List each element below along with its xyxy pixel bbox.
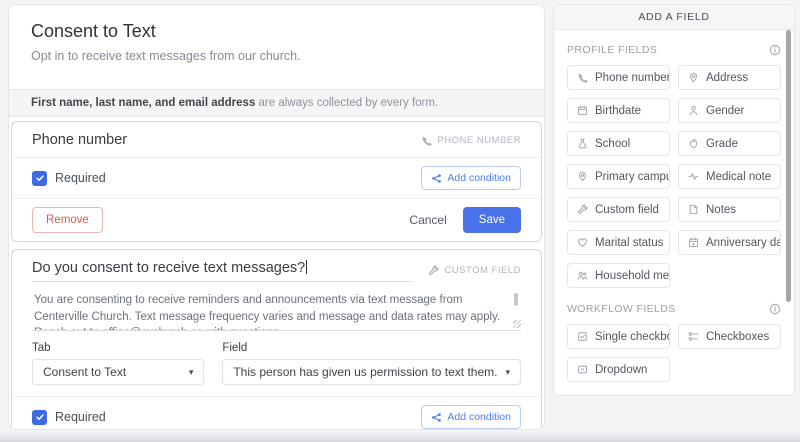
add-field-anniversary-date-button[interactable]: Anniversary date: [678, 230, 781, 255]
notice-bold-text: First name, last name, and email address: [31, 97, 256, 109]
phone-number-field-card: Phone number PHONE NUMBER Required Add c…: [11, 121, 542, 242]
phone-save-button[interactable]: Save: [462, 207, 521, 233]
add-field-school-button[interactable]: School: [567, 131, 670, 156]
text-cursor: [306, 260, 308, 274]
viewport-bottom-shadow: [0, 431, 800, 442]
required-label: Required: [55, 171, 106, 185]
phone-icon: [578, 73, 588, 83]
phone-cancel-button[interactable]: Cancel: [409, 213, 446, 227]
add-field-gender-button[interactable]: Gender: [678, 98, 781, 123]
apple-icon: [689, 138, 698, 149]
wrench-icon: [429, 265, 439, 275]
required-label: Required: [55, 410, 106, 424]
heart-icon: [578, 238, 587, 247]
person-icon: [689, 106, 698, 116]
checkbox-icon: [578, 332, 587, 341]
textarea-scrollbar-thumb[interactable]: [514, 293, 518, 306]
branch-condition-icon: [432, 173, 442, 183]
form-header: Consent to Text Opt in to receive text m…: [9, 5, 544, 75]
profile-fields-grid: Phone number Address Birthdate Gender Sc…: [567, 65, 781, 288]
field-select-label: Field: [222, 342, 248, 354]
caret-down-icon: ▾: [188, 366, 194, 377]
required-checkbox-checked[interactable]: [32, 409, 47, 425]
checkbox-list-icon: [688, 332, 699, 341]
tab-select[interactable]: Consent to Text ▾: [32, 359, 205, 385]
form-description: Opt in to receive text messages from our…: [31, 49, 301, 63]
calendar-icon: [688, 237, 699, 248]
always-collected-notice: First name, last name, and email address…: [9, 89, 544, 117]
info-circle-icon[interactable]: [769, 303, 781, 315]
form-title: Consent to Text: [31, 21, 156, 41]
add-field-marital-status-button[interactable]: Marital status: [567, 230, 670, 255]
add-field-phone-number-button[interactable]: Phone number: [567, 65, 670, 90]
info-circle-icon[interactable]: [769, 44, 781, 56]
add-field-primary-campus-button[interactable]: Primary campus: [567, 164, 670, 189]
check-icon: [35, 175, 44, 181]
form-editor: Consent to Text Opt in to receive text m…: [8, 4, 545, 430]
custom-field-title-input[interactable]: Do you consent to receive text messages?: [32, 260, 413, 282]
caret-down-icon: ▾: [505, 366, 510, 377]
wrench-icon: [578, 204, 588, 214]
flask-icon: [578, 138, 587, 149]
required-checkbox-checked[interactable]: [32, 170, 47, 186]
add-field-wf-dropdown-button[interactable]: Dropdown: [567, 357, 670, 382]
phone-field-title: Phone number: [32, 132, 128, 148]
add-field-medical-note-button[interactable]: Medical note: [678, 164, 781, 189]
custom-field-description-textarea[interactable]: You are consenting to receive reminders …: [32, 289, 521, 331]
custom-field-type-label: CUSTOM FIELD: [428, 265, 521, 282]
custom-required-checkbox-group[interactable]: Required: [32, 409, 106, 425]
pulse-icon: [688, 173, 699, 180]
add-field-custom-field-button[interactable]: Custom field: [567, 197, 670, 222]
add-field-household-members-button[interactable]: Household members: [567, 263, 670, 288]
phone-remove-button[interactable]: Remove: [32, 207, 103, 233]
field-select[interactable]: This person has given us permission to t…: [222, 359, 521, 385]
custom-field-card: Do you consent to receive text messages?…: [11, 249, 542, 429]
add-field-notes-button[interactable]: Notes: [678, 197, 781, 222]
map-pin-icon: [578, 171, 587, 182]
add-field-wf-single-checkbox-button[interactable]: Single checkbox: [567, 324, 670, 349]
branch-condition-icon: [432, 412, 442, 422]
add-field-wf-checkboxes-button[interactable]: Checkboxes: [678, 324, 781, 349]
add-field-panel: ADD A FIELD PROFILE FIELDS Phone number …: [553, 4, 795, 396]
calendar-icon: [577, 105, 588, 116]
textarea-resize-grip[interactable]: [513, 320, 521, 328]
notice-rest-text: are always collected by every form.: [255, 97, 439, 109]
phone-field-type-label: PHONE NUMBER: [421, 135, 521, 146]
note-icon: [689, 204, 698, 215]
profile-fields-section-label: PROFILE FIELDS: [567, 44, 658, 56]
map-pin-icon: [689, 72, 698, 83]
tab-select-label: Tab: [32, 342, 51, 354]
phone-add-condition-button[interactable]: Add condition: [421, 166, 521, 190]
people-icon: [577, 271, 588, 280]
workflow-fields-grid: Single checkbox Checkboxes Dropdown: [567, 324, 781, 382]
add-field-birthdate-button[interactable]: Birthdate: [567, 98, 670, 123]
add-field-panel-title: ADD A FIELD: [554, 5, 794, 30]
phone-required-checkbox-group[interactable]: Required: [32, 170, 106, 186]
add-field-address-button[interactable]: Address: [678, 65, 781, 90]
phone-icon: [423, 135, 433, 146]
add-field-grade-button[interactable]: Grade: [678, 131, 781, 156]
panel-scrollbar-thumb[interactable]: [786, 30, 791, 302]
dropdown-icon: [577, 365, 588, 374]
check-icon: [35, 414, 44, 420]
custom-add-condition-button[interactable]: Add condition: [421, 405, 521, 429]
workflow-fields-section-label: WORKFLOW FIELDS: [567, 303, 676, 315]
